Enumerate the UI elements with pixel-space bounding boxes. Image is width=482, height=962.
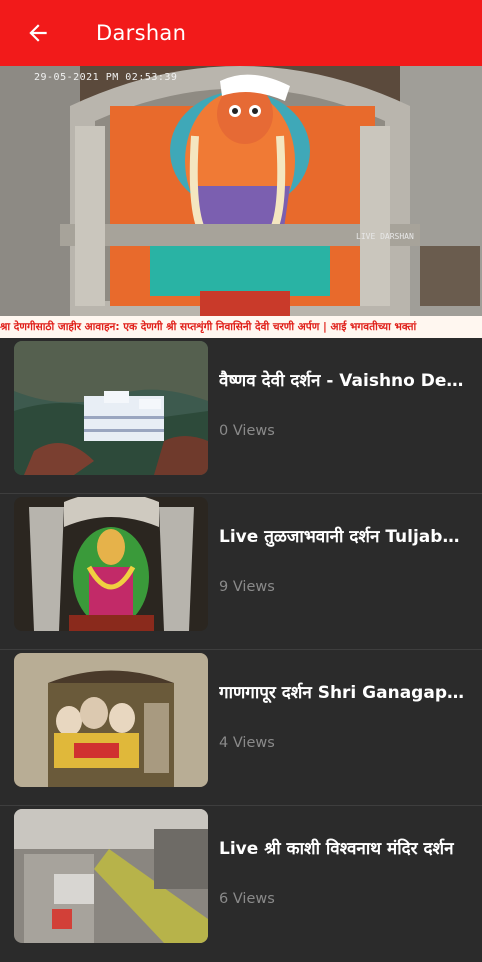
video-timestamp: 29-05-2021 PM 02:53:39 bbox=[34, 72, 178, 83]
video-item-kashi-vishwanath[interactable]: Live श्री काशी विश्वनाथ मंदिर दर्शन 6 Vi… bbox=[0, 806, 482, 962]
video-item-ganagapur[interactable]: गाणगापूर दर्शन Shri Ganagapur Darshan 4 … bbox=[0, 650, 482, 806]
video-views: 6 Views bbox=[219, 891, 275, 907]
video-views: 9 Views bbox=[219, 579, 275, 595]
video-title: वैष्णव देवी दर्शन - Vaishno Devi Darshan bbox=[219, 371, 469, 391]
video-item-tuljabhavani[interactable]: Live तुळजाभवानी दर्शन Tuljabhavani Darsh… bbox=[0, 494, 482, 650]
video-thumbnail bbox=[14, 809, 208, 943]
back-button[interactable] bbox=[0, 0, 76, 66]
video-title: Live श्री काशी विश्वनाथ मंदिर दर्शन bbox=[219, 839, 454, 859]
video-thumbnail bbox=[14, 653, 208, 787]
video-thumbnail bbox=[14, 497, 208, 631]
video-item-vaishno-devi[interactable]: वैष्णव देवी दर्शन - Vaishno Devi Darshan… bbox=[0, 338, 482, 494]
video-views: 4 Views bbox=[219, 735, 275, 751]
video-title: Live तुळजाभवानी दर्शन Tuljabhavani Darsh… bbox=[219, 527, 469, 547]
app-bar: Darshan bbox=[0, 0, 482, 66]
temple-live-feed bbox=[0, 66, 482, 338]
video-title: गाणगापूर दर्शन Shri Ganagapur Darshan bbox=[219, 683, 469, 703]
arrow-left-icon bbox=[29, 24, 47, 42]
live-darshan-label: LIVE DARSHAN bbox=[356, 232, 414, 241]
page-title: Darshan bbox=[96, 21, 187, 45]
announcement-ticker: श्रा देणगीसाठी जाहीर आवाहन: एक देणगी श्र… bbox=[0, 316, 482, 338]
video-list: वैष्णव देवी दर्शन - Vaishno Devi Darshan… bbox=[0, 338, 482, 962]
live-video-player[interactable]: 29-05-2021 PM 02:53:39 LIVE DARSHAN श्रा… bbox=[0, 66, 482, 338]
video-thumbnail bbox=[14, 341, 208, 475]
video-views: 0 Views bbox=[219, 423, 275, 439]
